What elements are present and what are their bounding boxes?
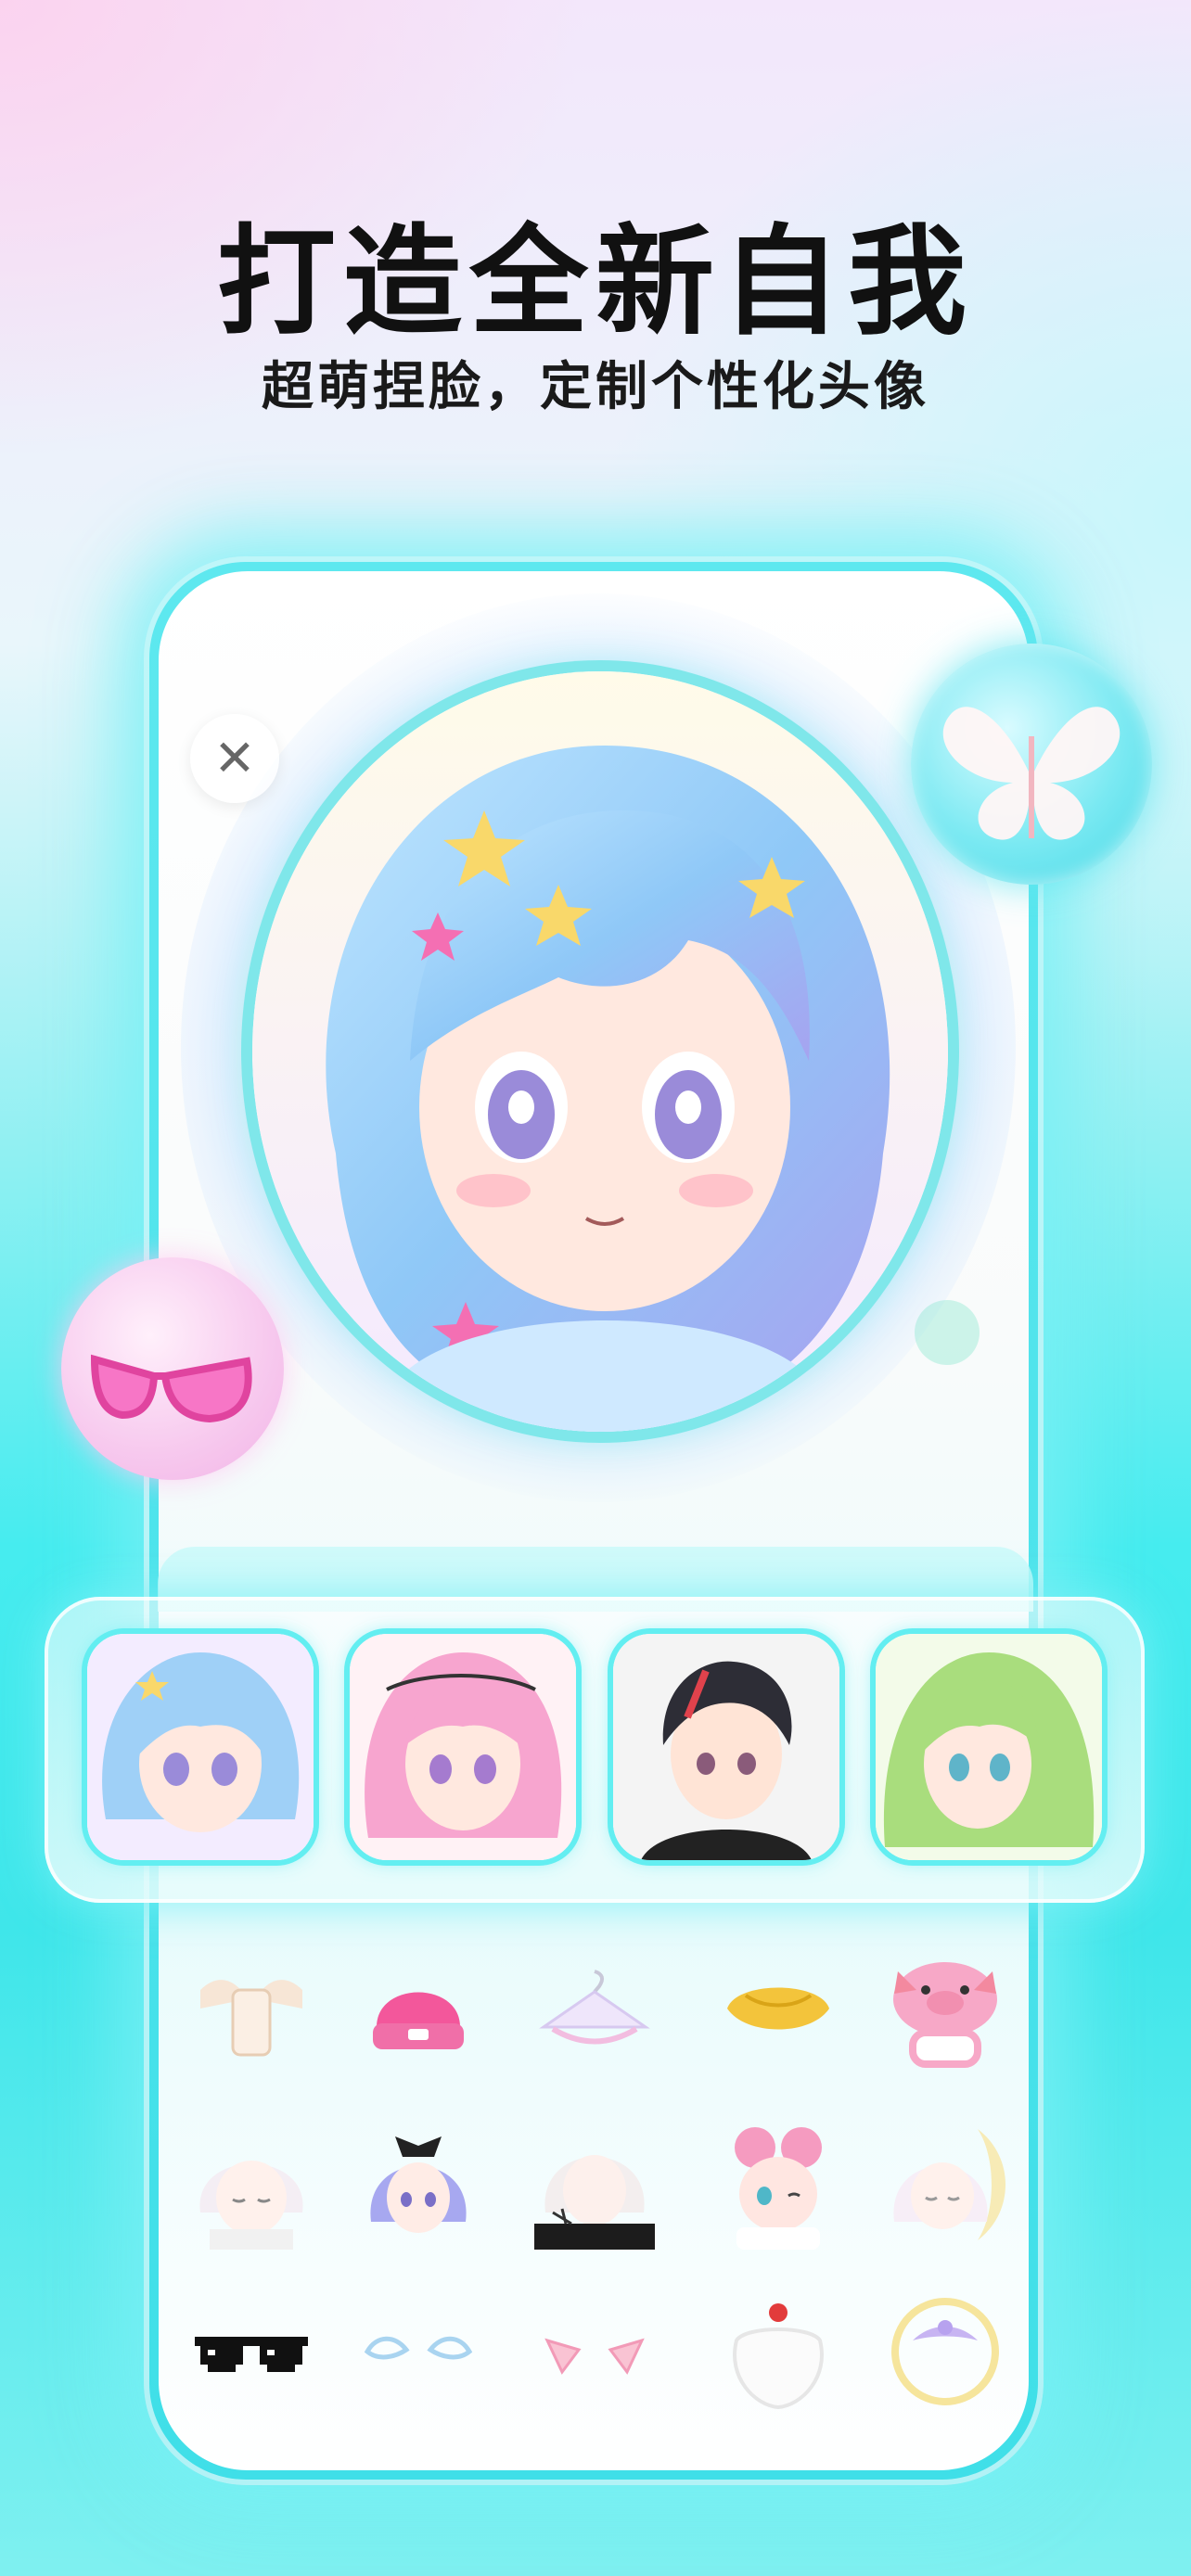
item-sleeping-girl[interactable] — [876, 2120, 1015, 2250]
butterfly-icon — [942, 707, 1121, 840]
item-winged-outfit[interactable] — [182, 1944, 321, 2073]
hanger-outfit-icon — [539, 1970, 650, 2045]
item-purple-hair-girl[interactable] — [349, 2120, 488, 2250]
sunglasses-item-bubble[interactable] — [61, 1257, 284, 1480]
preset-avatar-4[interactable] — [876, 1634, 1102, 1860]
cat-ears-icon — [544, 2338, 645, 2375]
dark-hair-boy-avatar — [613, 1634, 839, 1860]
item-pig-mask[interactable] — [876, 1944, 1015, 2073]
pink-hair-girl-avatar — [350, 1634, 576, 1860]
green-hair-girl-avatar — [876, 1634, 1102, 1860]
butterfly-item-bubble[interactable] — [911, 644, 1152, 885]
pixel-sunglasses-icon — [195, 2337, 308, 2372]
item-pink-beanie[interactable] — [349, 1944, 488, 2073]
purple-hair-girl-icon — [370, 2136, 467, 2233]
blue-hair-girl-avatar — [87, 1634, 314, 1860]
santa-beard-icon — [733, 2303, 824, 2410]
preset-avatar-2[interactable] — [350, 1634, 576, 1860]
sunglasses-icon — [90, 1354, 252, 1423]
decor-dot — [915, 1300, 980, 1365]
item-white-hair-goth[interactable] — [525, 2120, 664, 2250]
preset-avatar-1[interactable] — [87, 1634, 314, 1860]
item-pixel-sunglasses[interactable] — [182, 2285, 321, 2415]
anime-girl-avatar — [252, 671, 948, 1432]
preset-avatar-3[interactable] — [613, 1634, 839, 1860]
page-subtitle: 超萌捏脸，定制个性化头像 — [262, 357, 929, 417]
winged-outfit-icon — [200, 1980, 302, 2057]
moon-halo-icon — [891, 2298, 999, 2405]
item-hanger-outfit[interactable] — [525, 1944, 664, 2073]
item-yellow-hat[interactable] — [709, 1944, 848, 2073]
white-hair-goth-icon — [534, 2155, 655, 2250]
item-moon-halo[interactable] — [876, 2285, 1015, 2415]
pig-mask-icon — [893, 1962, 997, 2068]
item-angel-wings[interactable] — [349, 2285, 488, 2415]
item-cat-ears[interactable] — [525, 2285, 664, 2415]
item-pink-bun-girl[interactable] — [709, 2120, 848, 2250]
avatar-preview[interactable] — [252, 671, 948, 1432]
pink-beanie-icon — [373, 1992, 464, 2049]
item-santa-beard[interactable] — [709, 2285, 848, 2415]
angel-wings-icon — [364, 2336, 473, 2360]
sleeping-girl-icon — [893, 2129, 1005, 2240]
white-hair-boy-icon — [199, 2161, 303, 2250]
pink-bun-girl-icon — [735, 2127, 822, 2250]
item-white-hair-boy[interactable] — [182, 2120, 321, 2250]
page-title: 打造全新自我 — [216, 213, 974, 351]
close-icon: ✕ — [213, 729, 256, 787]
yellow-hat-icon — [727, 1987, 829, 2030]
